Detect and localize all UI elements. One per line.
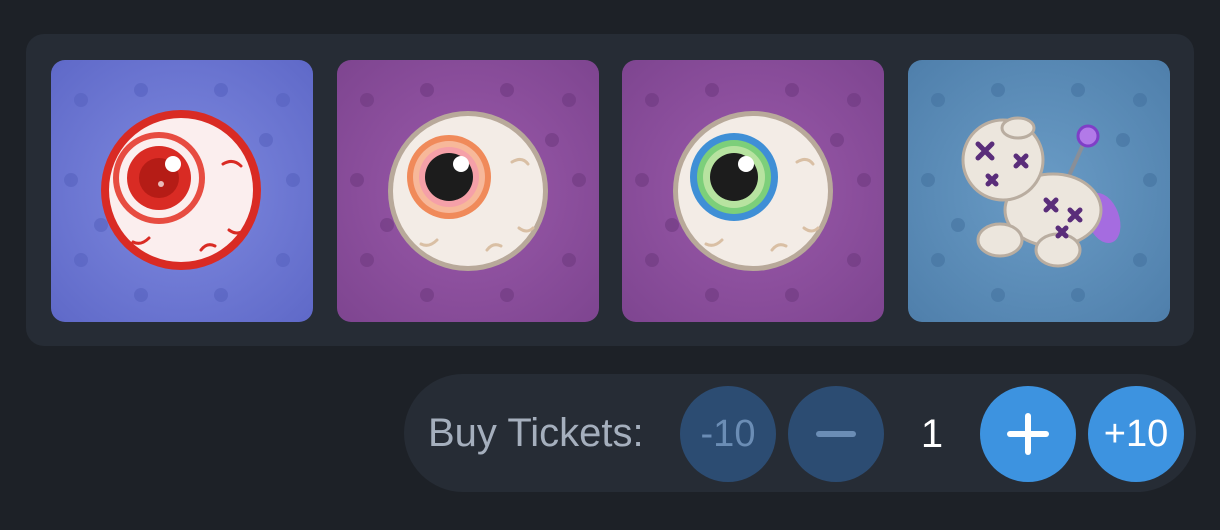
ticket-quantity: 1 <box>920 412 944 456</box>
green-eyeball-icon <box>622 60 884 322</box>
buy-tickets-bar: Buy Tickets: -10 1 +10 <box>404 374 1196 492</box>
plus-icon <box>1007 413 1049 455</box>
item-tile-voodoo-doll[interactable] <box>908 60 1170 322</box>
increment-button[interactable] <box>980 386 1076 482</box>
plus-ten-label: +10 <box>1103 412 1169 455</box>
item-tile-red-eyeball[interactable] <box>51 60 313 322</box>
minus-ten-button[interactable]: -10 <box>680 386 776 482</box>
voodoo-doll-icon <box>908 60 1170 322</box>
orange-eyeball-icon <box>337 60 599 322</box>
item-tile-green-eyeball[interactable] <box>622 60 884 322</box>
minus-ten-label: -10 <box>700 412 756 455</box>
buy-tickets-label: Buy Tickets: <box>428 411 644 455</box>
decrement-button[interactable] <box>788 386 884 482</box>
red-eyeball-icon <box>51 60 313 322</box>
plus-ten-button[interactable]: +10 <box>1088 386 1184 482</box>
minus-icon <box>816 431 856 437</box>
item-tile-orange-eyeball[interactable] <box>337 60 599 322</box>
item-grid <box>26 34 1194 346</box>
